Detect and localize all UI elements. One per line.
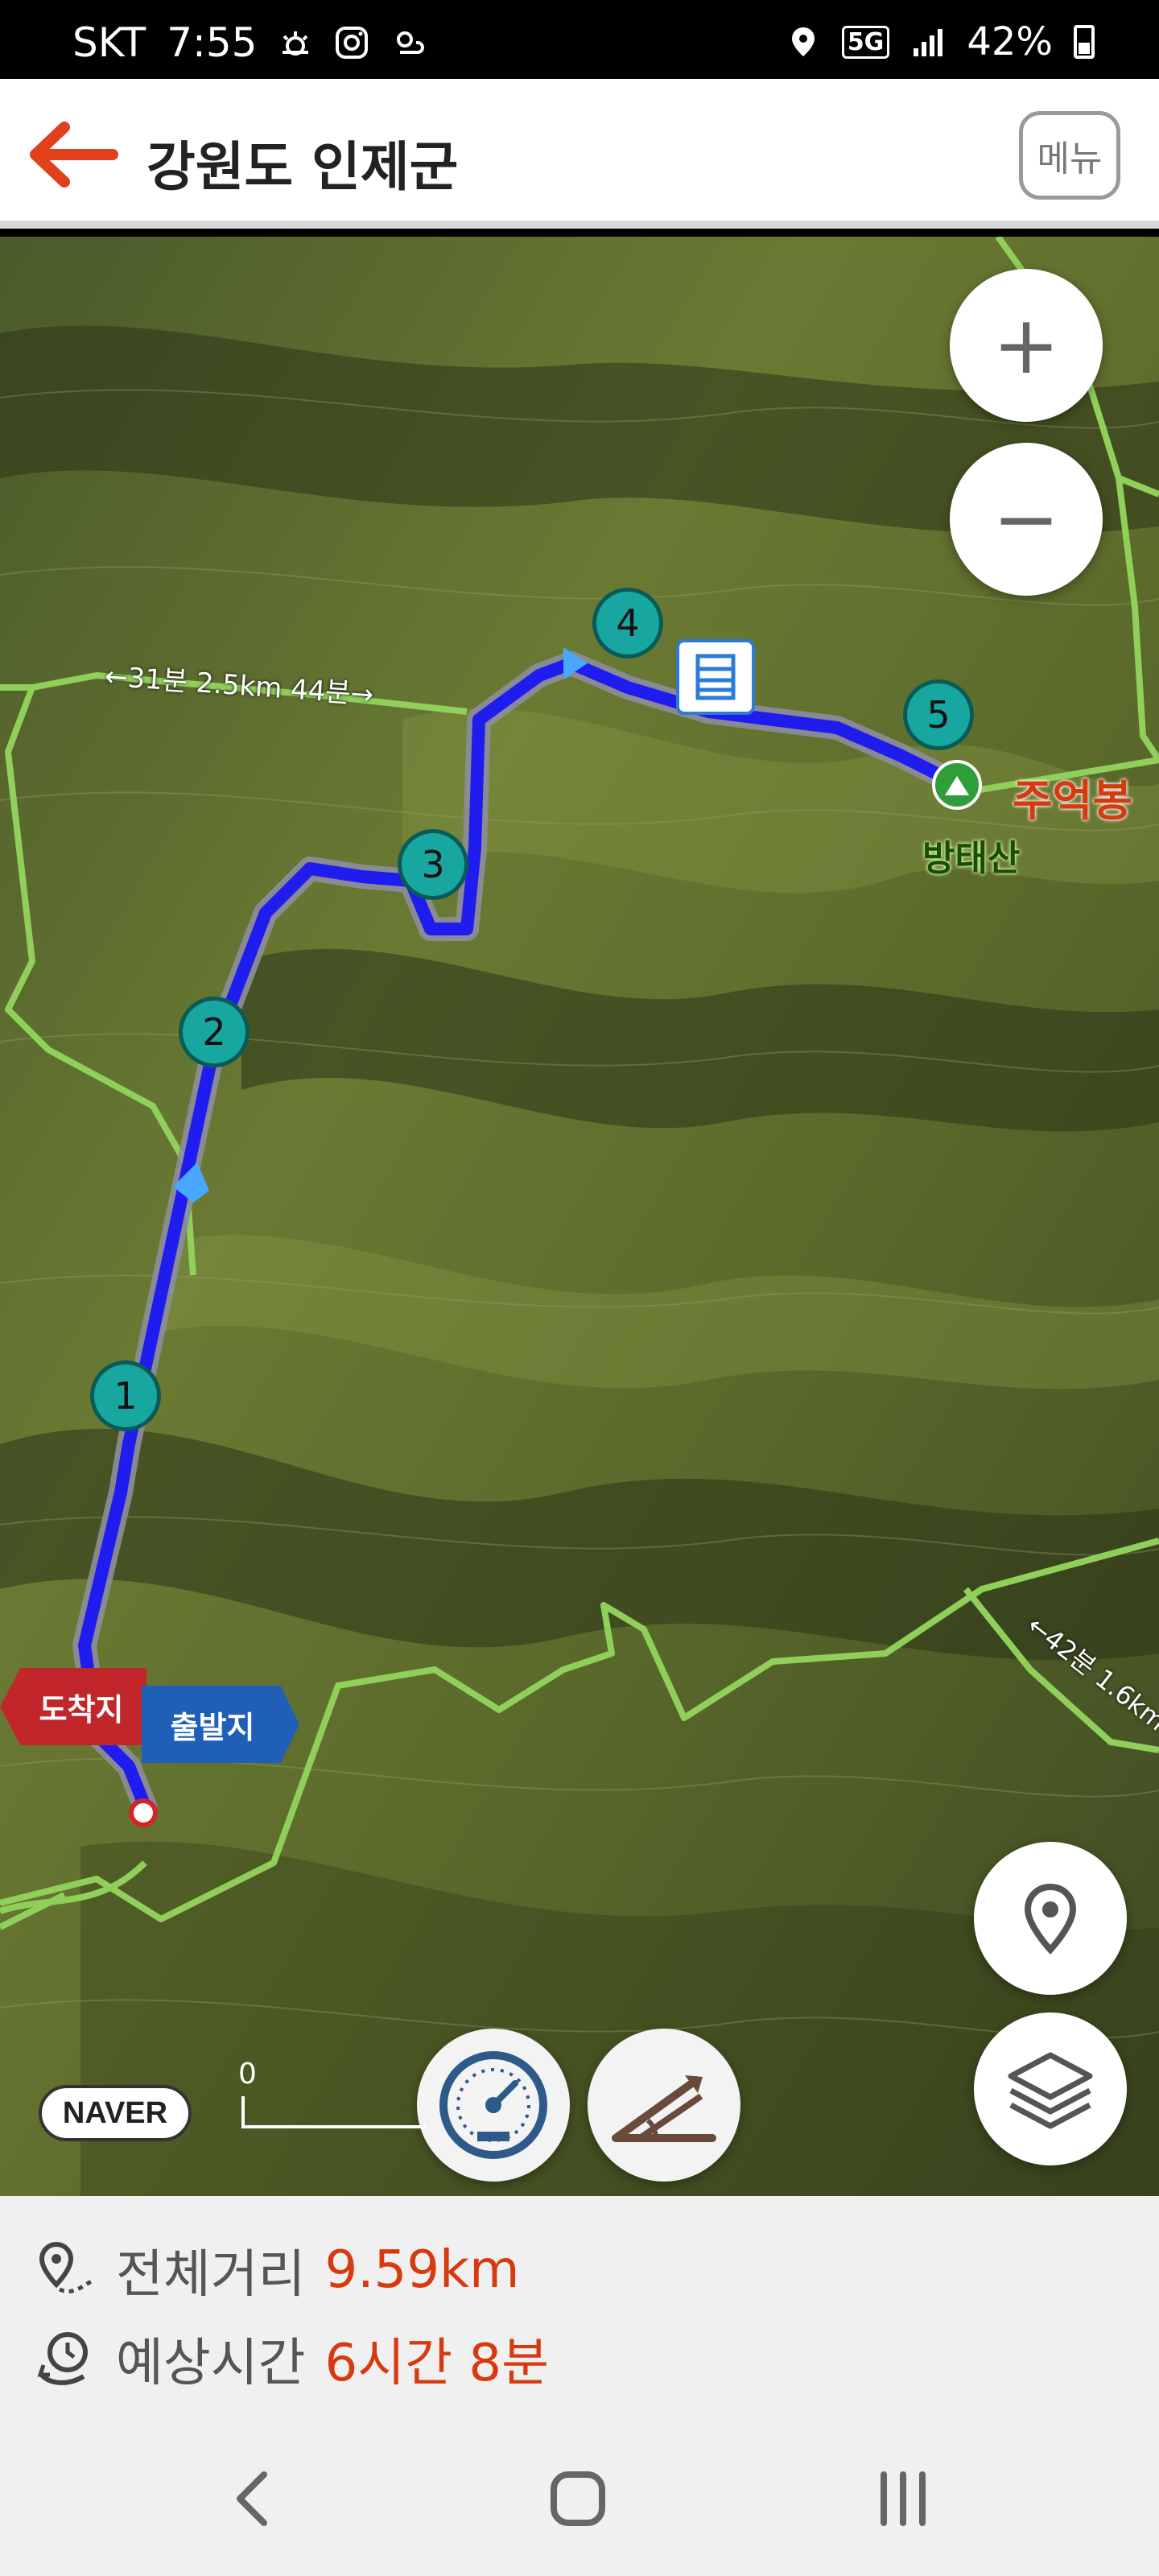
back-arrow-icon [30,122,118,188]
instagram-icon [336,27,369,59]
peak-label-jueokbong: 주억봉 [1013,775,1133,826]
arrival-flag: 도착지 [0,1668,146,1745]
signal-icon [914,29,943,56]
system-navigation-bar [0,2418,1159,2576]
list-icon [695,654,736,700]
waypoint-marker-4[interactable]: 4 [592,588,663,658]
map-view[interactable]: ←31분 2.5km 44분→ ←42분 1.6km 1 2 3 4 5 주억봉… [0,237,1159,2196]
nav-recents-button[interactable] [855,2458,951,2539]
start-pin-icon [129,1798,158,1827]
back-icon [237,2471,267,2526]
location-icon [791,27,815,56]
nav-back-button[interactable] [204,2458,301,2539]
my-location-button[interactable] [974,1842,1127,1995]
battery-icon [1074,25,1095,59]
waypoint-marker-5[interactable]: 5 [903,679,974,750]
waypoint-marker-3[interactable]: 3 [398,829,468,900]
recents-icon [881,2471,926,2526]
layers-icon [1008,2052,1093,2129]
map-scale-bar [241,2096,427,2128]
distance-label: 전체거리 [116,2245,306,2305]
carrier-label: SKT [72,19,146,66]
back-button[interactable] [23,116,119,193]
menu-button[interactable]: 메뉴 [1019,111,1120,200]
scale-label: 0 [238,2058,257,2091]
page-title: 강원도 인제군 [146,136,459,198]
distance-value: 9.59km [324,2240,520,2300]
departure-label: 출발지 [170,1709,255,1745]
waypoint-number: 1 [113,1374,138,1418]
weather-icon [283,31,309,56]
waypoint-number: 5 [926,693,951,737]
nav-home-button[interactable] [530,2458,626,2539]
clock: 7:55 [167,19,258,66]
time-label: 예상시간 [116,2334,306,2393]
minus-icon: − [992,472,1060,566]
peak-label-bangtaesan: 방태산 [922,838,1021,879]
estimated-time-icon [37,2332,88,2385]
home-icon [551,2471,605,2526]
weather-icon [397,31,425,54]
location-pin-icon [1024,1883,1077,1955]
route-distance-icon [39,2241,93,2293]
elevation-profile-button[interactable] [588,2029,740,2182]
waypoint-number: 3 [421,843,445,886]
departure-flag: 출발지 [142,1686,299,1763]
speedometer-icon [439,2051,547,2159]
5g-icon: 5G [841,25,890,59]
battery-percent: 42% [967,19,1053,64]
memo-marker[interactable] [676,639,755,715]
time-row: 예상시간 6시간 8분 [35,2322,549,2396]
slope-icon [612,2075,716,2142]
waypoint-marker-1[interactable]: 1 [90,1360,161,1431]
waypoint-number: 4 [616,601,640,645]
peak-icon[interactable] [932,760,982,810]
distance-row: 전체거리 9.59km [35,2233,519,2307]
waypoint-number: 2 [202,1010,226,1054]
mountain-icon [945,776,969,795]
speedometer-button[interactable] [417,2029,570,2182]
plus-icon: + [992,298,1060,392]
map-layers-button[interactable] [974,2013,1127,2165]
waypoint-marker-2[interactable]: 2 [179,997,250,1067]
status-bar: SKT 7:55 5G 42% [0,0,1159,79]
time-value: 6시간 8분 [324,2334,549,2393]
naver-logo: NAVER [39,2085,192,2141]
zoom-out-button[interactable]: − [950,443,1103,596]
route-info-panel: 전체거리 9.59km 예상시간 6시간 8분 [0,2196,1159,2418]
arrival-label: 도착지 [39,1691,124,1728]
app-header: 강원도 인제군 메뉴 [0,79,1159,229]
zoom-in-button[interactable]: + [950,269,1103,422]
